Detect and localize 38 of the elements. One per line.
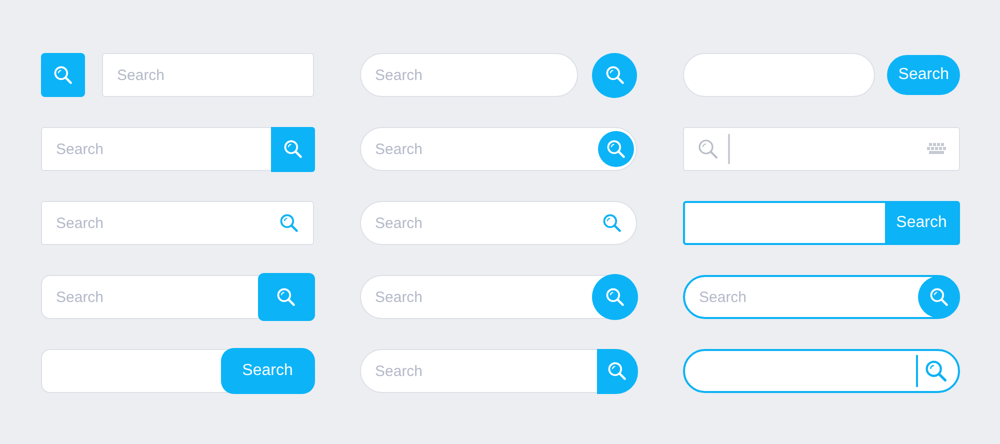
search-icon — [606, 360, 628, 382]
search-bar[interactable] — [683, 349, 960, 393]
search-button[interactable] — [592, 52, 637, 98]
search-bar[interactable]: Search — [683, 201, 960, 245]
search-icon — [928, 286, 950, 308]
search-input[interactable]: Search — [361, 276, 592, 318]
search-input[interactable]: Search — [361, 128, 598, 170]
search-icon — [282, 138, 304, 160]
search-button[interactable] — [918, 276, 960, 318]
search-input[interactable]: Search — [685, 277, 918, 317]
search-button[interactable]: Search — [220, 348, 314, 394]
search-icon — [52, 64, 74, 86]
search-icon — [604, 286, 626, 308]
search-icon — [696, 137, 720, 161]
search-icon — [278, 212, 300, 234]
search-input[interactable]: Search — [42, 202, 277, 244]
search-icon — [601, 212, 623, 234]
search-input[interactable]: Search — [42, 276, 258, 318]
search-bar[interactable]: Search — [683, 275, 960, 319]
search-button[interactable]: Search — [887, 55, 960, 95]
search-input[interactable]: Search — [361, 202, 600, 244]
search-icon — [604, 64, 626, 86]
search-button[interactable] — [596, 348, 638, 394]
search-input[interactable]: Search — [103, 54, 313, 96]
search-icon — [923, 358, 949, 384]
search-input[interactable]: Search — [361, 54, 577, 96]
search-input[interactable]: Search — [42, 128, 270, 170]
search-button[interactable] — [598, 131, 634, 167]
search-bar[interactable]: Search — [41, 349, 314, 393]
search-button[interactable] — [41, 53, 85, 97]
text-cursor — [728, 134, 730, 164]
search-button[interactable] — [258, 273, 314, 321]
search-button[interactable]: Search — [885, 203, 958, 243]
search-button[interactable] — [270, 126, 314, 172]
search-input[interactable]: Search — [361, 350, 596, 392]
search-icon — [605, 138, 627, 160]
search-icon — [275, 286, 297, 308]
search-button[interactable] — [592, 274, 638, 320]
